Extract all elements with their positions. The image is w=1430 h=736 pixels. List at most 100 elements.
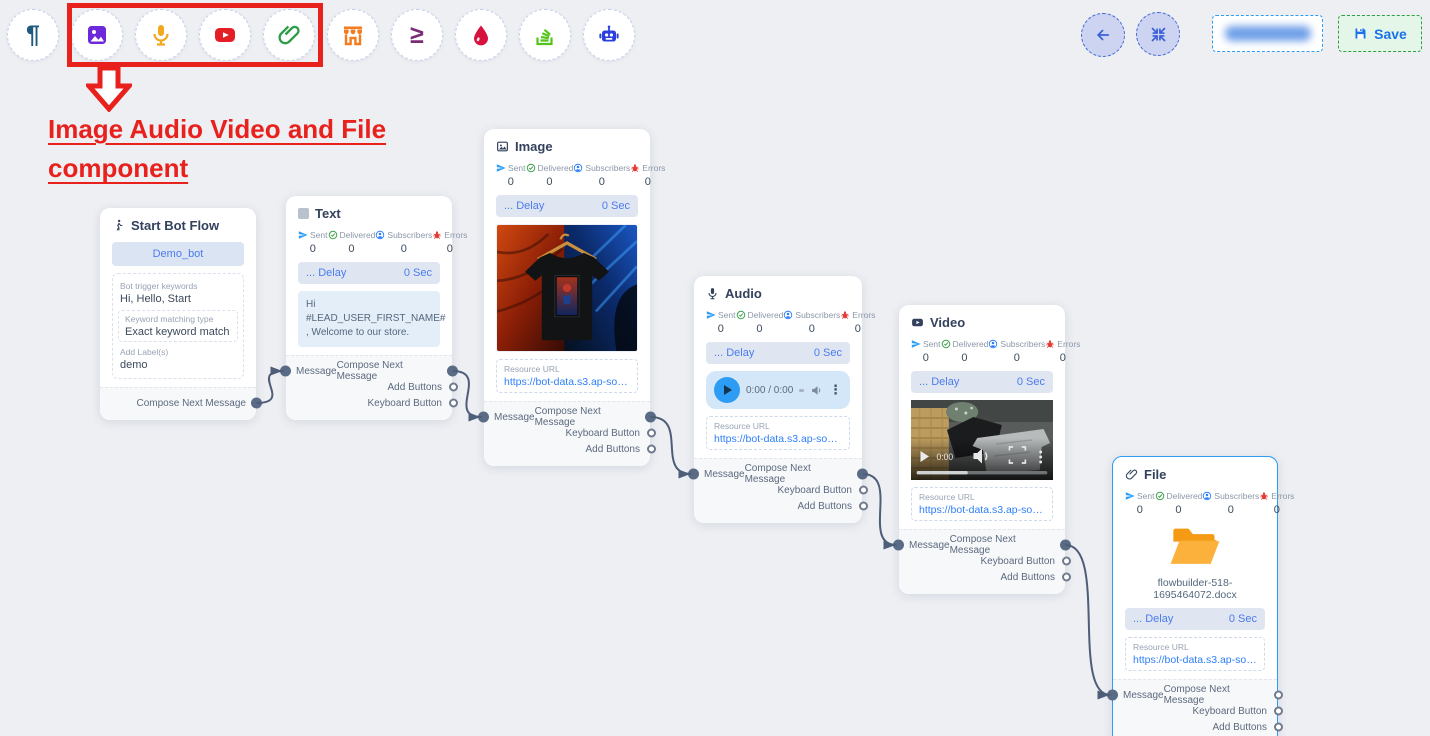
port-label-add-buttons: Add Buttons — [586, 444, 640, 455]
stat-subscribers: Subscribers0 — [573, 163, 630, 188]
node-title-label: File — [1144, 467, 1166, 482]
fit-view-button[interactable] — [1136, 12, 1180, 56]
node-title: Image — [496, 139, 638, 154]
delay-setting[interactable]: ... Delay 0 Sec — [1125, 608, 1265, 630]
port-add-buttons[interactable] — [449, 383, 458, 392]
annotation-text: Image Audio Video and File component — [48, 110, 428, 188]
port-compose-next-message[interactable] — [447, 366, 458, 377]
port-add-buttons[interactable] — [647, 445, 656, 454]
person-circle-icon — [375, 230, 385, 240]
bot-name-button[interactable]: Demo_bot — [112, 242, 244, 266]
start-fields-box: Bot trigger keywords Hi, Hello, Start Ke… — [112, 273, 244, 379]
arrow-left-icon — [1094, 26, 1112, 44]
microphone-icon — [706, 287, 719, 300]
delay-setting[interactable]: ... Delay 0 Sec — [298, 262, 440, 284]
annotation-line1: Image Audio Video and File — [48, 114, 386, 144]
port-add-buttons[interactable] — [1274, 723, 1283, 732]
port-keyboard-button[interactable] — [449, 399, 458, 408]
start-bot-flow-node[interactable]: Start Bot Flow Demo_bot Bot trigger keyw… — [100, 208, 256, 420]
resource-url-link[interactable]: https://bot-data.s3.ap-southeast-1.wasab… — [504, 376, 630, 388]
port-compose-next-message[interactable] — [645, 412, 656, 423]
port-message-in[interactable] — [280, 366, 291, 377]
bug-icon — [630, 163, 640, 173]
delay-value: 0 Sec — [1229, 613, 1257, 625]
component-condition-button[interactable]: ≥ — [391, 9, 443, 61]
stats-row: Sent0 Delivered0 Subscribers0 Errors0 — [298, 230, 440, 255]
component-ai-button[interactable] — [583, 9, 635, 61]
text-icon — [298, 208, 309, 219]
port-message-in[interactable] — [893, 540, 904, 551]
stat-sent: Sent0 — [298, 230, 328, 255]
port-compose-next-message[interactable] — [251, 398, 262, 409]
resource-url-link[interactable]: https://bot-data.s3.ap-southeast-1.wasab… — [919, 504, 1045, 516]
save-button[interactable]: Save — [1338, 15, 1422, 52]
stat-sent: Sent0 — [911, 339, 941, 364]
port-compose-next-message[interactable] — [857, 469, 868, 480]
resource-url-link[interactable]: https://bot-data.s3.ap-southeast-1.wasab… — [714, 433, 842, 445]
paperclip-icon — [1125, 468, 1138, 481]
audio-progress-bar[interactable] — [799, 389, 804, 392]
file-attachment[interactable] — [1125, 524, 1265, 573]
bug-icon — [432, 230, 442, 240]
video-icon — [911, 316, 924, 329]
component-drip-button[interactable] — [455, 9, 507, 61]
message-preview[interactable]: Hi #LEAD_USER_FIRST_NAME# , Welcome to o… — [298, 291, 440, 347]
volume-icon[interactable] — [810, 384, 823, 397]
audio-menu-icon[interactable]: ⋮ — [829, 382, 842, 398]
port-add-buttons[interactable] — [1062, 573, 1071, 582]
delay-setting[interactable]: ... Delay 0 Sec — [496, 195, 638, 217]
port-keyboard-button[interactable] — [647, 429, 656, 438]
image-node[interactable]: Image Sent0 Delivered0 Subscribers0 Erro… — [484, 129, 650, 466]
compress-icon — [1150, 26, 1167, 43]
delay-label: ... Delay — [714, 347, 754, 359]
port-message-in[interactable] — [478, 412, 489, 423]
component-sequence-button[interactable] — [519, 9, 571, 61]
port-keyboard-button[interactable] — [859, 486, 868, 495]
delay-setting[interactable]: ... Delay 0 Sec — [706, 342, 850, 364]
back-button[interactable] — [1081, 13, 1125, 57]
port-message-in[interactable] — [688, 469, 699, 480]
component-text-button[interactable]: ¶ — [7, 9, 59, 61]
component-ecommerce-button[interactable] — [327, 9, 379, 61]
file-node[interactable]: File Sent0 Delivered0 Subscribers0 Error… — [1112, 456, 1278, 736]
resource-url-field: Resource URL https://bot-data.s3.ap-sout… — [496, 359, 638, 393]
redacted-action-button[interactable] — [1212, 15, 1323, 52]
port-keyboard-button[interactable] — [1274, 707, 1283, 716]
delay-label: ... Delay — [504, 200, 544, 212]
stat-errors: Errors0 — [1259, 491, 1294, 516]
walking-person-icon — [112, 219, 125, 232]
port-compose-next-message[interactable] — [1060, 540, 1071, 551]
field-keyword-matching-type[interactable]: Keyword matching type Exact keyword matc… — [118, 310, 238, 342]
delay-setting[interactable]: ... Delay 0 Sec — [911, 371, 1053, 393]
port-add-buttons[interactable] — [859, 502, 868, 511]
field-label: Keyword matching type — [125, 314, 231, 324]
youtube-icon — [213, 23, 237, 47]
audio-node[interactable]: Audio Sent0 Delivered0 Subscribers0 Erro… — [694, 276, 862, 523]
audio-play-button[interactable] — [714, 377, 740, 403]
field-bot-trigger-keywords[interactable]: Bot trigger keywords Hi, Hello, Start — [120, 279, 236, 307]
video-preview-player[interactable]: 0:00 — [911, 400, 1053, 480]
text-node[interactable]: Text Sent0 Delivered0 Subscribers0 Error… — [286, 196, 452, 420]
port-compose-next-message[interactable] — [1274, 691, 1283, 700]
send-icon — [1125, 491, 1135, 501]
component-file-button[interactable] — [263, 9, 315, 61]
field-label: Add Label(s) — [120, 347, 236, 357]
port-keyboard-button[interactable] — [1062, 557, 1071, 566]
video-node[interactable]: Video Sent0 Delivered0 Subscribers0 Erro… — [899, 305, 1065, 594]
resource-url-link[interactable]: https://bot-data.s3.ap-southeast-1.wasab… — [1133, 654, 1257, 666]
resource-url-label: Resource URL — [919, 492, 1045, 502]
resource-url-label: Resource URL — [714, 421, 842, 431]
field-add-labels[interactable]: Add Label(s) demo — [120, 345, 236, 373]
image-preview-tshirt[interactable] — [496, 224, 638, 352]
component-video-button[interactable] — [199, 9, 251, 61]
video-menu-icon — [1039, 451, 1042, 464]
port-message-in[interactable] — [1107, 690, 1118, 701]
person-circle-icon — [988, 339, 998, 349]
stat-sent: Sent0 — [1125, 491, 1155, 516]
component-image-button[interactable] — [71, 9, 123, 61]
check-circle-icon — [328, 230, 338, 240]
port-label-message: Message — [909, 540, 950, 551]
check-circle-icon — [736, 310, 746, 320]
port-label-keyboard-button: Keyboard Button — [981, 556, 1056, 567]
component-audio-button[interactable] — [135, 9, 187, 61]
